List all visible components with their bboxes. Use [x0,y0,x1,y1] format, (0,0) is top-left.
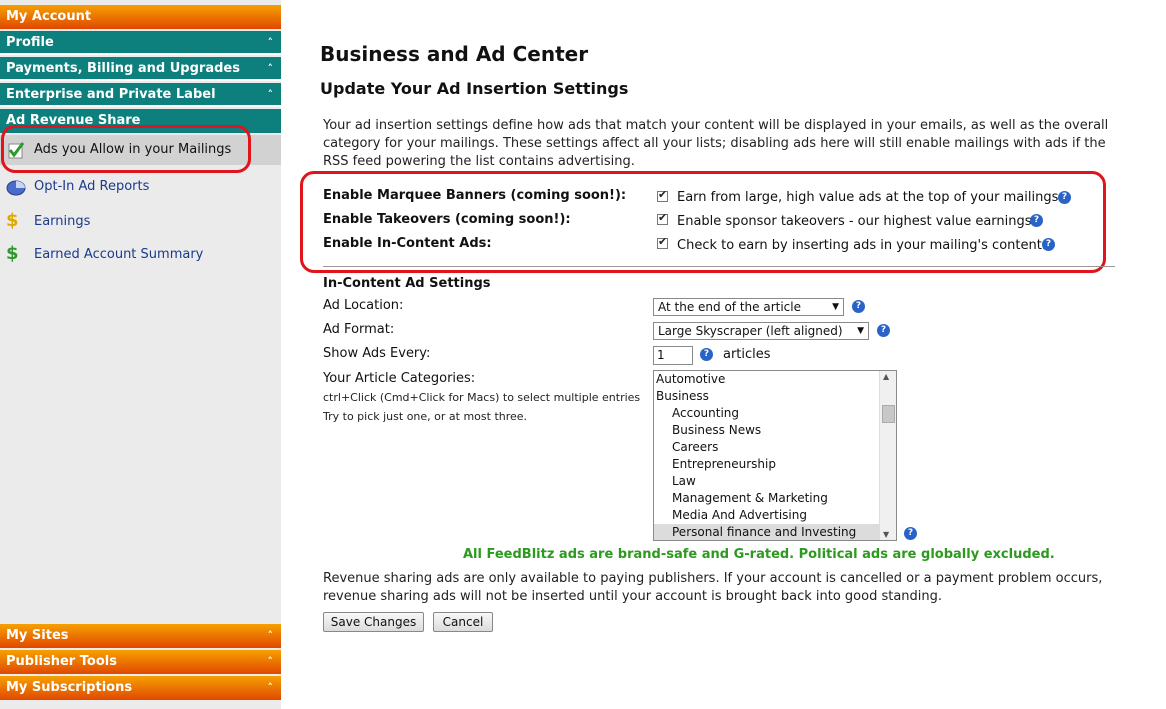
chevron-up-icon[interactable]: ˄ [268,57,274,79]
list-item[interactable]: Automotive [654,371,896,388]
divider [323,266,1115,267]
list-item[interactable]: Law [654,473,896,490]
dollar-icon: $ [6,210,19,231]
page-subtitle: Update Your Ad Insertion Settings [320,79,629,98]
categories-hint: Try to pick just one, or at most three. [323,410,528,423]
chevron-up-icon[interactable]: ˄ [268,624,274,648]
scroll-up-icon[interactable]: ▲ [883,372,889,381]
in-content-settings-title: In-Content Ad Settings [323,276,491,291]
help-icon[interactable]: ? [1030,214,1043,227]
categories-listbox[interactable]: Automotive Business Accounting Business … [653,370,897,541]
sidebar-item-earned-summary[interactable]: $ Earned Account Summary [0,240,281,270]
marquee-label: Enable Marquee Banners (coming soon!): [323,188,627,203]
publisher-tools-section[interactable]: Publisher Tools ˄ [0,650,281,674]
sidebar-item-label: Earnings [34,214,91,229]
help-icon[interactable]: ? [877,324,890,337]
sidebar-item-label: Earned Account Summary [34,247,204,262]
help-icon[interactable]: ? [700,348,713,361]
chevron-down-icon: ▼ [857,326,864,336]
chevron-down-icon: ▼ [832,302,839,312]
my-subscriptions-section[interactable]: My Subscriptions ˄ [0,676,281,700]
marquee-checkbox[interactable] [657,188,668,202]
list-item[interactable]: Business [654,388,896,405]
takeovers-checkbox[interactable] [657,211,668,225]
revenue-note: Revenue sharing ads are only available t… [323,571,1103,604]
show-every-input[interactable]: 1 [653,346,693,365]
list-item[interactable]: Accounting [654,405,896,422]
highlight-annotation [1,125,251,173]
ad-location-label: Ad Location: [323,298,404,313]
in-content-label: Enable In-Content Ads: [323,236,492,251]
intro-text: Your ad insertion settings define how ad… [323,118,1109,169]
ad-location-select[interactable]: At the end of the article ▼ [653,298,844,316]
categories-label: Your Article Categories: [323,371,476,386]
payments-section[interactable]: Payments, Billing and Upgrades ˄ [0,57,281,81]
help-icon[interactable]: ? [904,527,917,540]
chevron-up-icon[interactable]: ˄ [268,31,274,53]
list-item[interactable]: Management & Marketing [654,490,896,507]
help-icon[interactable]: ? [852,300,865,313]
chevron-up-icon[interactable]: ˄ [268,650,274,674]
chevron-up-icon[interactable]: ˄ [268,83,274,105]
help-icon[interactable]: ? [1042,238,1055,251]
list-item[interactable]: Careers [654,439,896,456]
show-every-label: Show Ads Every: [323,346,431,361]
list-item-selected[interactable]: Personal finance and Investing [654,524,896,540]
scrollbar-thumb[interactable] [882,405,895,423]
in-content-checkbox[interactable] [657,235,668,249]
help-icon[interactable]: ? [1058,191,1071,204]
list-item[interactable]: Media And Advertising [654,507,896,524]
chevron-up-icon[interactable]: ˄ [268,676,274,700]
list-item[interactable]: Business News [654,422,896,439]
marquee-desc: Earn from large, high value ads at the t… [677,190,1063,205]
sidebar-item-label: Opt-In Ad Reports [34,179,150,194]
cancel-button[interactable]: Cancel [433,612,493,632]
my-sites-section[interactable]: My Sites ˄ [0,624,281,648]
pie-chart-icon [6,180,26,196]
my-account-header[interactable]: My Account [0,5,281,29]
scroll-down-icon[interactable]: ▼ [883,530,889,539]
ad-format-label: Ad Format: [323,322,395,337]
sidebar-item-earnings[interactable]: $ Earnings [0,207,281,237]
takeovers-label: Enable Takeovers (coming soon!): [323,212,571,227]
dollar-green-icon: $ [6,243,19,264]
main-content: Business and Ad Center Update Your Ad In… [286,0,1166,709]
articles-label: articles [723,347,771,362]
list-item[interactable]: Entrepreneurship [654,456,896,473]
takeovers-desc: Enable sponsor takeovers - our highest v… [677,214,1036,229]
ad-format-select[interactable]: Large Skyscraper (left aligned) ▼ [653,322,869,340]
sidebar-item-opt-in-reports[interactable]: Opt-In Ad Reports [0,172,281,202]
profile-section[interactable]: Profile ˄ [0,31,281,55]
in-content-desc: Check to earn by inserting ads in your m… [677,238,1046,253]
brand-safe-notice: All FeedBlitz ads are brand-safe and G-r… [463,547,1055,562]
enterprise-section[interactable]: Enterprise and Private Label ˄ [0,83,281,107]
listbox-scrollbar[interactable]: ▲ ▼ [879,371,896,540]
sidebar: My Account Profile ˄ Payments, Billing an… [0,0,281,709]
page-title: Business and Ad Center [320,42,589,66]
categories-hint: ctrl+Click (Cmd+Click for Macs) to selec… [323,391,641,404]
save-changes-button[interactable]: Save Changes [323,612,424,632]
